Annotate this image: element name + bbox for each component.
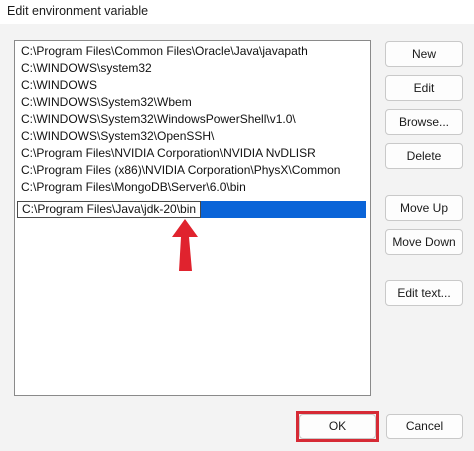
list-item[interactable]: C:\WINDOWS xyxy=(17,77,370,94)
list-item[interactable]: C:\WINDOWS\System32\Wbem xyxy=(17,94,370,111)
ok-highlight-box xyxy=(296,411,379,442)
list-item-editing[interactable]: C:\Program Files\Java\jdk-20\bin xyxy=(17,201,366,218)
list-item[interactable]: C:\Program Files\NVIDIA Corporation\NVID… xyxy=(17,145,370,162)
list-item[interactable]: C:\Program Files (x86)\NVIDIA Corporatio… xyxy=(17,162,370,179)
new-button[interactable]: New xyxy=(385,41,463,67)
list-item[interactable]: C:\WINDOWS\System32\OpenSSH\ xyxy=(17,128,370,145)
cancel-button[interactable]: Cancel xyxy=(386,414,463,439)
list-item[interactable]: C:\Program Files\Common Files\Oracle\Jav… xyxy=(17,43,370,60)
edit-text-button[interactable]: Edit text... xyxy=(385,280,463,306)
up-arrow-icon xyxy=(172,219,198,271)
list-item[interactable]: C:\WINDOWS\System32\WindowsPowerShell\v1… xyxy=(17,111,370,128)
list-item[interactable]: C:\WINDOWS\system32 xyxy=(17,60,370,77)
delete-button[interactable]: Delete xyxy=(385,143,463,169)
arrow-shape xyxy=(172,219,198,271)
path-edit-input[interactable]: C:\Program Files\Java\jdk-20\bin xyxy=(17,201,202,218)
window-title: Edit environment variable xyxy=(7,4,149,18)
move-down-button[interactable]: Move Down xyxy=(385,229,463,255)
list-item[interactable]: C:\Program Files\MongoDB\Server\6.0\bin xyxy=(17,179,370,196)
edit-button[interactable]: Edit xyxy=(385,75,463,101)
title-bar: Edit environment variable xyxy=(0,0,474,24)
move-up-button[interactable]: Move Up xyxy=(385,195,463,221)
browse-button[interactable]: Browse... xyxy=(385,109,463,135)
edit-environment-variable-dialog: Edit environment variable C:\Program Fil… xyxy=(0,0,474,451)
